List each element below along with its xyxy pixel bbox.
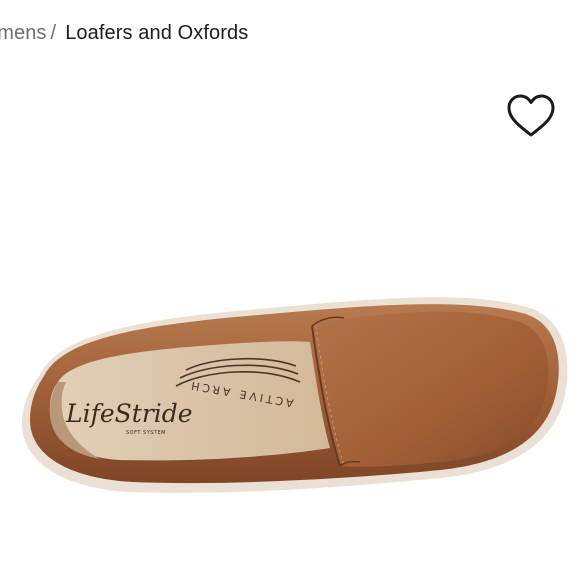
heart-outline-icon	[507, 94, 555, 137]
breadcrumb-link-womens[interactable]: omens	[0, 22, 47, 45]
brand-logo-subtext: SOFT SYSTEM	[126, 430, 166, 436]
breadcrumb-current-page: Loafers and Oxfords	[65, 21, 249, 44]
brand-logo-text: LifeStride	[65, 399, 193, 428]
product-image[interactable]: ACTIVE ARCH LifeStride SOFT SYSTEM	[0, 270, 580, 510]
product-page: omens / Loafers and Oxfords	[0, 0, 580, 580]
breadcrumb: omens / Loafers and Oxfords	[0, 18, 248, 48]
wishlist-button[interactable]	[503, 92, 559, 142]
breadcrumb-separator: /	[50, 21, 57, 44]
